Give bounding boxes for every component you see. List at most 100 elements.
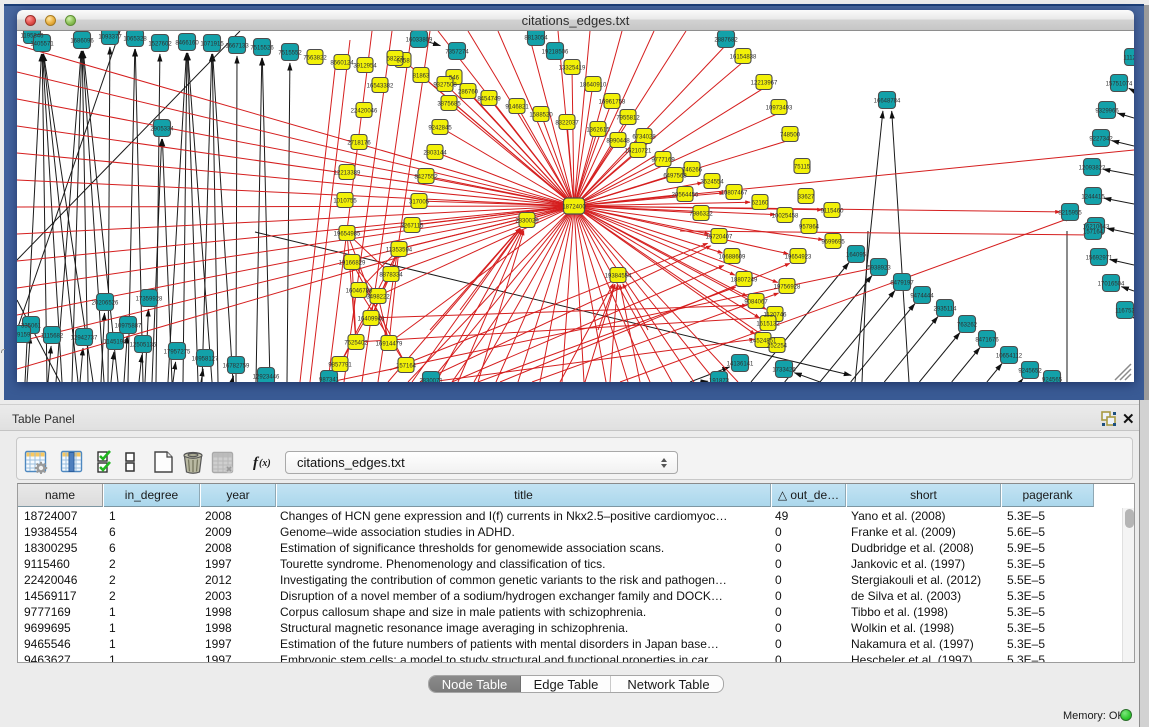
svg-text:33627: 33627 <box>798 195 815 201</box>
svg-text:15692971: 15692971 <box>1086 256 1113 262</box>
svg-text:191873: 191873 <box>709 379 730 383</box>
svg-text:3498222: 3498222 <box>366 295 390 301</box>
svg-text:2803144: 2803144 <box>423 151 447 157</box>
svg-text:111278: 111278 <box>1123 56 1134 62</box>
svg-text:1010755: 1010755 <box>333 199 357 205</box>
svg-text:3624554: 3624554 <box>700 180 724 186</box>
svg-text:19756928: 19756928 <box>774 285 801 291</box>
svg-text:10973493: 10973493 <box>766 106 793 112</box>
svg-text:1195846: 1195846 <box>21 34 45 40</box>
svg-text:6497568: 6497568 <box>663 174 687 180</box>
svg-text:19166829: 19166829 <box>339 261 366 267</box>
svg-text:9245652: 9245652 <box>1018 369 1042 375</box>
svg-text:3875685: 3875685 <box>437 102 461 108</box>
svg-text:1093377: 1093377 <box>98 35 122 41</box>
svg-text:957864: 957864 <box>799 225 820 231</box>
svg-text:8427552: 8427552 <box>414 175 438 181</box>
svg-text:16782759: 16782759 <box>223 364 250 370</box>
svg-text:16961758: 16961758 <box>599 100 626 106</box>
svg-text:335061: 335061 <box>21 324 42 330</box>
svg-text:12093822: 12093822 <box>1079 166 1106 172</box>
svg-text:17359928: 17359928 <box>136 297 163 303</box>
svg-text:6479197: 6479197 <box>890 281 914 287</box>
svg-text:2830029: 2830029 <box>515 219 539 225</box>
svg-text:5938923: 5938923 <box>867 266 891 272</box>
svg-text:9146821: 9146821 <box>505 105 529 111</box>
svg-text:7625402: 7625402 <box>344 341 368 347</box>
svg-text:16648784: 16648784 <box>874 99 901 105</box>
svg-text:19654923: 19654923 <box>785 255 812 261</box>
svg-text:19218506: 19218506 <box>542 50 569 56</box>
svg-text:14136141: 14136141 <box>727 362 754 368</box>
svg-text:10688609: 10688609 <box>719 255 746 261</box>
svg-text:9699695: 9699695 <box>821 240 845 246</box>
svg-text:12505135: 12505135 <box>130 343 157 349</box>
svg-text:16154838: 16154838 <box>730 55 757 61</box>
svg-text:1667133: 1667133 <box>225 44 249 50</box>
svg-text:9857791: 9857791 <box>328 363 352 369</box>
svg-text:12942737: 12942737 <box>71 336 98 342</box>
svg-text:39159: 39159 <box>17 333 31 339</box>
svg-text:58227: 58227 <box>387 57 404 63</box>
svg-text:252254: 252254 <box>767 344 788 350</box>
svg-text:22420046: 22420046 <box>351 109 378 115</box>
svg-text:7515526: 7515526 <box>250 46 274 52</box>
svg-text:924565: 924565 <box>1042 378 1063 383</box>
svg-text:763262: 763262 <box>957 323 978 329</box>
svg-text:2905334: 2905334 <box>150 127 174 133</box>
svg-text:17016504: 17016504 <box>1098 282 1125 288</box>
svg-text:748500: 748500 <box>780 133 801 139</box>
svg-text:18640910: 18640910 <box>580 83 607 89</box>
svg-text:11353594: 11353594 <box>386 248 413 254</box>
svg-text:8990448: 8990448 <box>606 139 630 145</box>
svg-text:116753: 116753 <box>1115 309 1134 315</box>
svg-text:16409948: 16409948 <box>358 317 385 323</box>
svg-text:1527602: 1527602 <box>148 42 172 48</box>
svg-text:546: 546 <box>449 76 460 82</box>
svg-text:20206526: 20206526 <box>92 301 119 307</box>
svg-text:62160: 62160 <box>752 201 769 207</box>
svg-text:10807467: 10807467 <box>721 191 748 197</box>
svg-text:10025458: 10025458 <box>772 214 799 220</box>
svg-text:164095: 164095 <box>846 253 867 259</box>
svg-text:16210721: 16210721 <box>625 149 652 155</box>
svg-text:9115460: 9115460 <box>821 209 845 215</box>
svg-text:2887682: 2887682 <box>714 38 738 44</box>
svg-text:1071915: 1071915 <box>200 42 224 48</box>
svg-text:1120746: 1120746 <box>764 313 788 319</box>
svg-text:7663822: 7663822 <box>303 56 327 62</box>
svg-text:9084067: 9084067 <box>744 300 768 306</box>
svg-text:1872400: 1872400 <box>562 205 586 211</box>
svg-text:9474444: 9474444 <box>910 294 934 300</box>
svg-text:9327508: 9327508 <box>433 83 457 89</box>
svg-text:3912954: 3912954 <box>353 64 377 70</box>
svg-text:8878334: 8878334 <box>379 273 403 279</box>
svg-text:12213967: 12213967 <box>751 81 778 87</box>
svg-text:15751074: 15751074 <box>1106 82 1133 88</box>
svg-text:1244415: 1244415 <box>1081 195 1105 201</box>
svg-text:1733426: 1733426 <box>772 368 796 374</box>
svg-text:9242845: 9242845 <box>428 126 452 132</box>
svg-text:8322037: 8322037 <box>555 121 579 127</box>
svg-text:1405571: 1405571 <box>30 42 54 48</box>
svg-text:8660124: 8660124 <box>330 61 354 67</box>
svg-text:10975887: 10975887 <box>115 324 142 330</box>
svg-text:1362615: 1362615 <box>586 128 610 134</box>
svg-text:157164: 157164 <box>396 364 417 370</box>
svg-text:18807249: 18807249 <box>731 278 758 284</box>
svg-text:20564456: 20564456 <box>672 193 699 199</box>
svg-text:8454749: 8454749 <box>477 97 501 103</box>
svg-text:1065328: 1065328 <box>123 37 147 43</box>
svg-text:9227342: 9227342 <box>1089 137 1113 143</box>
svg-text:8215955: 8215955 <box>1058 211 1082 217</box>
svg-text:2935114: 2935114 <box>934 307 958 313</box>
svg-text:2830071: 2830071 <box>419 379 443 383</box>
svg-text:1115682: 1115682 <box>41 334 64 340</box>
svg-text:16033809: 16033809 <box>406 38 433 44</box>
svg-text:8466160: 8466160 <box>175 41 199 47</box>
svg-text:157164: 157164 <box>1083 230 1104 236</box>
svg-text:2718176: 2718176 <box>347 141 371 147</box>
svg-text:12923446: 12923446 <box>253 375 280 381</box>
svg-text:7986322: 7986322 <box>689 212 713 218</box>
svg-text:75115: 75115 <box>794 165 811 171</box>
